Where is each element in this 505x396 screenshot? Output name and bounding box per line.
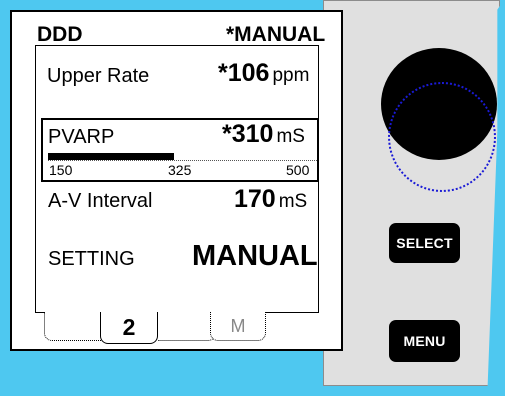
tab-left[interactable] xyxy=(44,312,106,341)
scale-max-label: 500 xyxy=(286,162,310,178)
av-interval-number: 170 xyxy=(234,185,276,213)
upper-rate-number: *106 xyxy=(218,59,270,87)
upper-rate-unit: ppm xyxy=(272,65,310,86)
scale-mid-label: 325 xyxy=(168,162,192,178)
tab-right[interactable] xyxy=(158,312,216,341)
upper-rate-label: Upper Rate xyxy=(47,65,150,87)
upper-rate-value[interactable]: *106 ppm xyxy=(218,60,309,90)
select-button[interactable]: SELECT xyxy=(389,223,460,263)
mode-status: *MANUAL xyxy=(226,23,326,46)
setting-value[interactable]: MANUAL xyxy=(192,240,318,272)
pvarp-label: PVARP xyxy=(48,126,115,148)
pvarp-value: *310 mS xyxy=(222,121,305,151)
av-interval-value[interactable]: 170 mS xyxy=(234,186,307,216)
tab-active-page[interactable]: 2 xyxy=(100,312,158,344)
pvarp-number: *310 xyxy=(222,120,274,148)
setting-label: SETTING xyxy=(48,248,135,270)
pacing-mode: DDD xyxy=(37,23,83,46)
av-interval-label: A-V Interval xyxy=(48,190,153,212)
tab-m[interactable]: M xyxy=(210,312,266,341)
tab-m-label: M xyxy=(230,315,246,336)
pvarp-slider-fill[interactable] xyxy=(48,153,174,160)
scale-min-label: 150 xyxy=(49,162,73,178)
av-interval-unit: mS xyxy=(278,191,308,212)
pvarp-unit: mS xyxy=(276,126,305,147)
rotary-knob[interactable] xyxy=(381,48,497,160)
menu-button[interactable]: MENU xyxy=(389,320,460,362)
